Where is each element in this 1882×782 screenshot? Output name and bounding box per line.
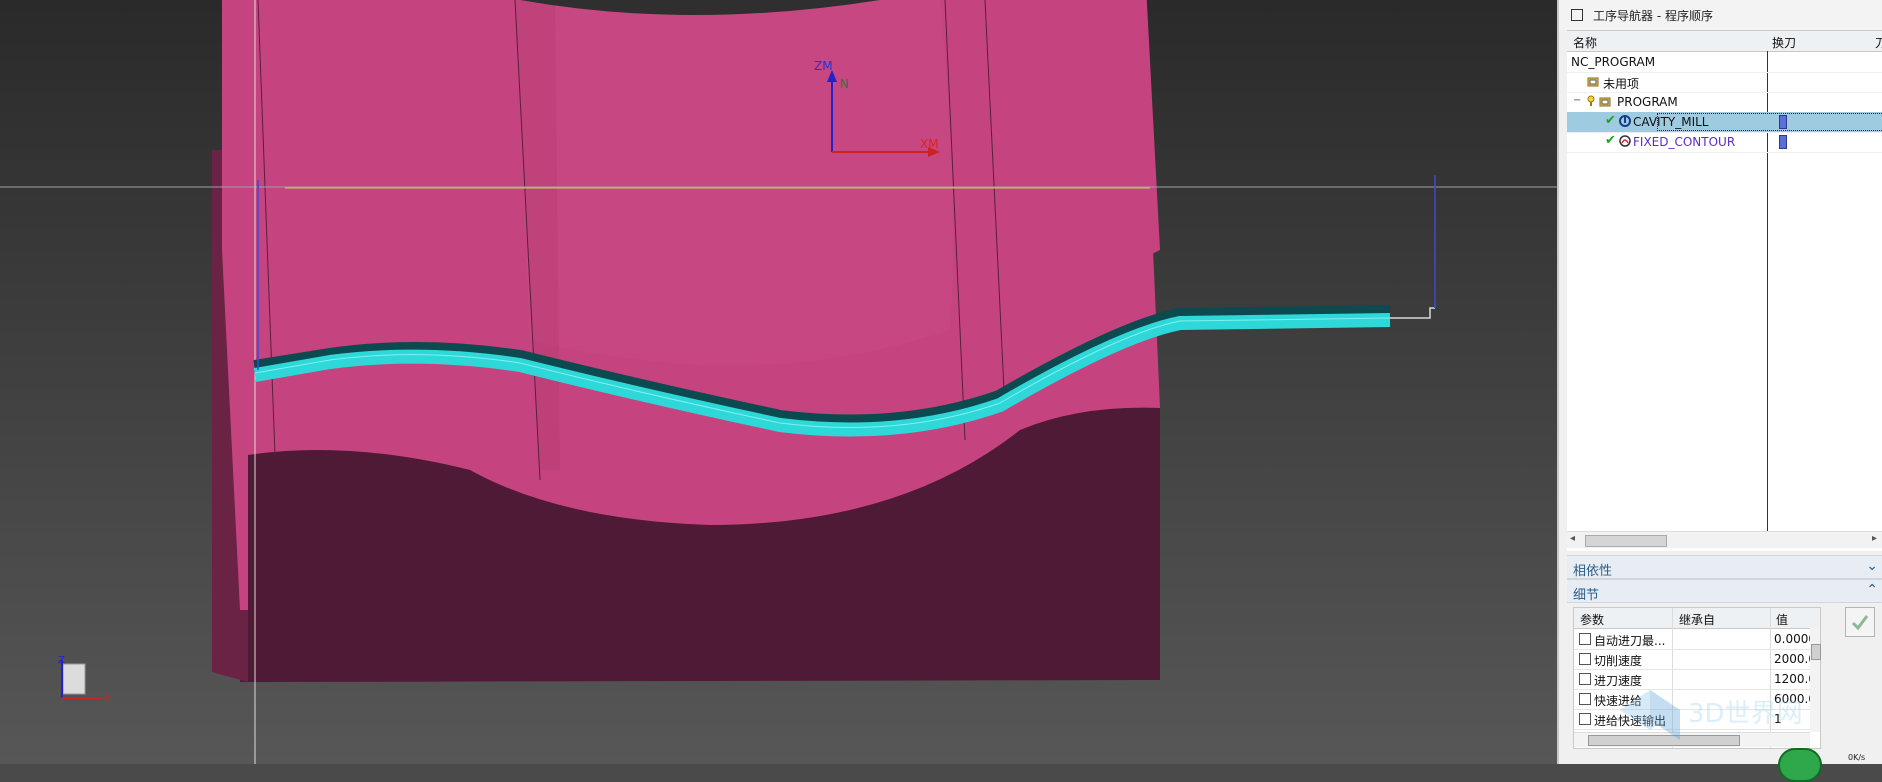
row-checkbox[interactable] (1579, 713, 1591, 725)
tree-row-nc-program[interactable]: NC_PROGRAM (1567, 52, 1882, 73)
column-extra[interactable]: 刀 (1875, 34, 1882, 51)
folder-icon (1587, 77, 1599, 87)
tree-row-program[interactable]: − PROGRAM (1567, 92, 1882, 113)
ok-check-button[interactable] (1845, 607, 1875, 637)
column-inherit[interactable]: 继承自 (1679, 611, 1715, 628)
scroll-left-icon[interactable]: ◂ (1570, 533, 1575, 544)
detail-row[interactable]: 自动进刀最... 0.00000 (1574, 629, 1820, 650)
wcs-n-label: N (840, 77, 849, 91)
row-checkbox[interactable] (1579, 673, 1591, 685)
navigator-title: 工序导航器 - 程序顺序 (1593, 8, 1713, 23)
column-param[interactable]: 参数 (1580, 611, 1604, 628)
wcs-zm-label: ZM (814, 59, 833, 73)
graphics-viewport[interactable]: ZM XM N Z X (0, 0, 1557, 764)
details-vertical-scrollbar[interactable] (1810, 628, 1821, 732)
tree-row-fixed-contour[interactable]: ✔ FIXED_CONTOUR (1567, 132, 1882, 153)
tree-item-label: 未用项 (1603, 77, 1640, 91)
param-name: 切削速度 (1594, 654, 1643, 668)
wcs-xm-label: XM (920, 137, 939, 151)
network-speed-text: 0K/s (1848, 753, 1866, 762)
program-folder-icon (1599, 97, 1611, 107)
check-icon (1851, 615, 1869, 631)
dependencies-section[interactable]: 相依性 ⌄ (1567, 555, 1882, 579)
tool-change-indicator-icon (1779, 135, 1787, 149)
watermark-text: 3D世界网 (1688, 699, 1803, 729)
watermark-logo: 3D世界网 (1610, 670, 1810, 750)
row-checkbox[interactable] (1579, 633, 1591, 645)
row-checkbox[interactable] (1579, 693, 1591, 705)
row-checkbox[interactable] (1579, 653, 1591, 665)
chevron-down-icon[interactable]: ⌄ (1866, 558, 1878, 574)
check-icon: ✔ (1605, 133, 1616, 148)
details-section[interactable]: 细节 ⌃ (1567, 579, 1882, 603)
fixed-contour-icon (1619, 135, 1631, 147)
scroll-thumb[interactable] (1811, 644, 1821, 660)
chevron-up-icon[interactable]: ⌃ (1866, 582, 1878, 598)
detail-row[interactable]: 切削速度 2000.00 (1574, 649, 1820, 670)
param-value[interactable]: 0.00000 (1774, 632, 1810, 646)
tree-horizontal-scrollbar[interactable]: ◂ ▸ (1567, 531, 1882, 548)
navigator-window-icon[interactable] (1571, 9, 1583, 21)
column-name[interactable]: 名称 (1573, 34, 1597, 51)
view-triad: Z X (58, 655, 111, 705)
tree-header: 名称 换刀 刀 (1567, 31, 1882, 52)
part-model[interactable]: ZM XM N Z X (0, 0, 1557, 764)
operation-tree[interactable]: 名称 换刀 刀 NC_PROGRAM 未用项 − PROGRAM ✔ CAVIT… (1567, 30, 1882, 551)
param-name: 自动进刀最... (1594, 634, 1666, 648)
tool-change-indicator-icon (1779, 115, 1787, 129)
tree-item-label: CAVITY_MILL (1633, 115, 1709, 129)
tree-item-label: FIXED_CONTOUR (1633, 135, 1736, 149)
navigator-title-bar: 工序导航器 - 程序顺序 (1559, 0, 1882, 30)
details-label: 细节 (1573, 588, 1600, 603)
warning-bulb-icon (1587, 95, 1595, 106)
column-tool-change[interactable]: 换刀 (1772, 34, 1796, 51)
scroll-right-icon[interactable]: ▸ (1872, 533, 1877, 544)
triad-x-label: X (104, 694, 111, 705)
tree-item-label: PROGRAM (1617, 95, 1678, 109)
tree-row-unused[interactable]: 未用项 (1567, 72, 1882, 93)
param-value[interactable]: 2000.00 (1774, 652, 1810, 666)
dependencies-label: 相依性 (1573, 564, 1613, 579)
column-value[interactable]: 值 (1776, 611, 1788, 628)
tree-row-cavity-mill[interactable]: ✔ CAVITY_MILL (1567, 112, 1882, 133)
triad-z-label: Z (58, 655, 65, 666)
collapse-icon[interactable]: − (1573, 95, 1581, 106)
details-header: 参数 继承自 值 (1574, 608, 1820, 629)
check-icon: ✔ (1605, 113, 1616, 128)
cavity-mill-icon (1619, 115, 1631, 127)
tree-item-label: NC_PROGRAM (1571, 55, 1656, 69)
scroll-thumb[interactable] (1585, 535, 1667, 547)
network-status-badge (1778, 748, 1822, 782)
